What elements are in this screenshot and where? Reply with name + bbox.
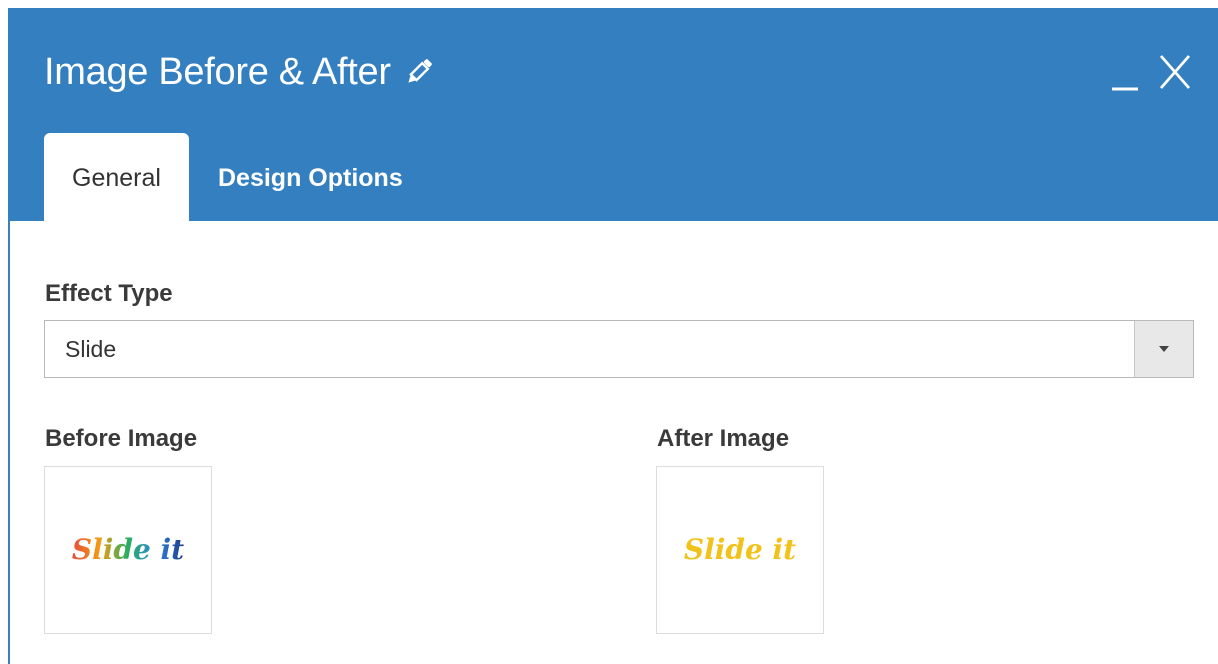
before-image-logo: Slide it bbox=[72, 533, 184, 566]
window-controls bbox=[1110, 52, 1192, 92]
tab-general[interactable]: General bbox=[44, 133, 189, 221]
effect-type-select[interactable]: Slide bbox=[44, 320, 1194, 378]
dialog-title: Image Before & After bbox=[44, 50, 391, 93]
effect-type-value: Slide bbox=[65, 336, 117, 362]
after-image-logo: Slide it bbox=[684, 533, 796, 566]
title-area: Image Before & After bbox=[44, 50, 435, 94]
tab-design-options[interactable]: Design Options bbox=[189, 133, 432, 221]
after-logo-text: Slide it bbox=[684, 533, 796, 566]
minimize-icon[interactable] bbox=[1110, 52, 1140, 92]
tab-design-options-label: Design Options bbox=[218, 163, 403, 192]
dialog-header: Image Before & After General Design Opti… bbox=[8, 8, 1218, 221]
after-image-label: After Image bbox=[657, 425, 790, 452]
before-image-label: Before Image bbox=[45, 425, 198, 452]
chevron-down-icon bbox=[1159, 346, 1169, 352]
pencil-icon[interactable] bbox=[403, 55, 435, 89]
select-arrow-button[interactable] bbox=[1134, 321, 1193, 377]
tab-bar: General Design Options bbox=[44, 133, 432, 221]
effect-type-label: Effect Type bbox=[45, 280, 173, 307]
before-logo-text: Slide it bbox=[72, 533, 184, 566]
tab-general-label: General bbox=[72, 163, 161, 192]
before-image-thumbnail[interactable]: Slide it bbox=[44, 466, 212, 634]
after-image-thumbnail[interactable]: Slide it bbox=[656, 466, 824, 634]
close-icon[interactable] bbox=[1158, 52, 1192, 92]
